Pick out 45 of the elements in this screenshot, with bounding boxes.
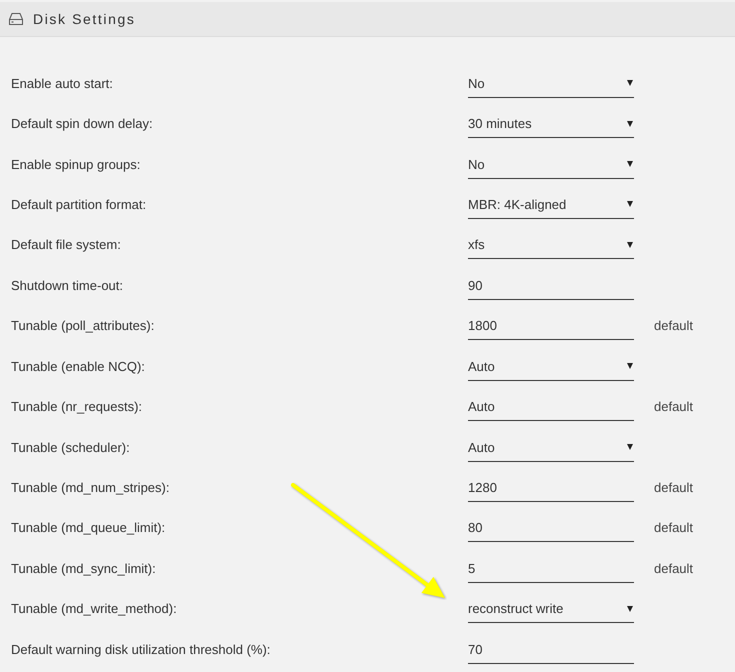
dropdown[interactable]: 30 minutes <box>468 110 634 138</box>
setting-label: Tunable (enable NCQ): <box>11 358 145 374</box>
setting-label: Default spin down delay: <box>11 116 153 132</box>
input-field[interactable]: 1280 <box>468 474 634 502</box>
default-note: default <box>654 480 694 495</box>
setting-label: Tunable (md_queue_limit): <box>11 520 166 536</box>
hard-drive-icon <box>9 13 23 25</box>
dropdown[interactable]: MBR: 4K-aligned <box>468 190 634 219</box>
caret-icon <box>627 201 633 208</box>
dropdown[interactable]: reconstruct write <box>468 595 634 624</box>
caret-icon <box>627 606 633 612</box>
input-field[interactable]: 1800 <box>468 312 634 340</box>
default-note: default <box>654 399 694 414</box>
setting-label: Default warning disk utilization threshold (%): <box>11 642 270 657</box>
input-field[interactable]: 5 <box>468 554 634 583</box>
setting-label: Default partition format: <box>11 196 146 212</box>
setting-label: Tunable (md_sync_limit): <box>11 560 156 576</box>
dropdown[interactable]: No <box>468 70 634 98</box>
setting-label: Tunable (md_num_stripes): <box>11 480 170 495</box>
input-field[interactable]: 80 <box>468 514 634 542</box>
dropdown[interactable]: xfs <box>468 231 634 260</box>
caret-icon <box>627 242 633 248</box>
setting-label: Enable spinup groups: <box>11 156 140 172</box>
caret-icon <box>627 363 633 370</box>
setting-label: Tunable (scheduler): <box>11 440 130 454</box>
caret-icon <box>627 444 633 450</box>
setting-label: Shutdown time-out: <box>11 278 124 293</box>
setting-label: Tunable (poll_attributes): <box>11 318 154 334</box>
dropdown[interactable]: Auto <box>468 434 634 462</box>
dropdown[interactable]: No <box>468 150 634 179</box>
default-note: default <box>654 520 694 536</box>
dropdown[interactable]: Auto <box>468 352 634 381</box>
input-field[interactable]: 90 <box>468 272 634 300</box>
caret-icon <box>627 80 633 86</box>
setting-label: Tunable (md_write_method): <box>11 601 177 616</box>
caret-icon <box>627 161 633 168</box>
default-note: default <box>654 318 694 334</box>
default-note: default <box>654 560 694 576</box>
input-field[interactable]: Auto <box>468 393 634 422</box>
setting-label: Default file system: <box>11 237 121 252</box>
panel-title: Disk Settings <box>33 11 136 27</box>
input-field[interactable]: 70 <box>468 636 634 664</box>
setting-label: Tunable (nr_requests): <box>11 399 142 414</box>
caret-icon <box>627 120 633 127</box>
setting-label: Enable auto start: <box>11 76 113 91</box>
